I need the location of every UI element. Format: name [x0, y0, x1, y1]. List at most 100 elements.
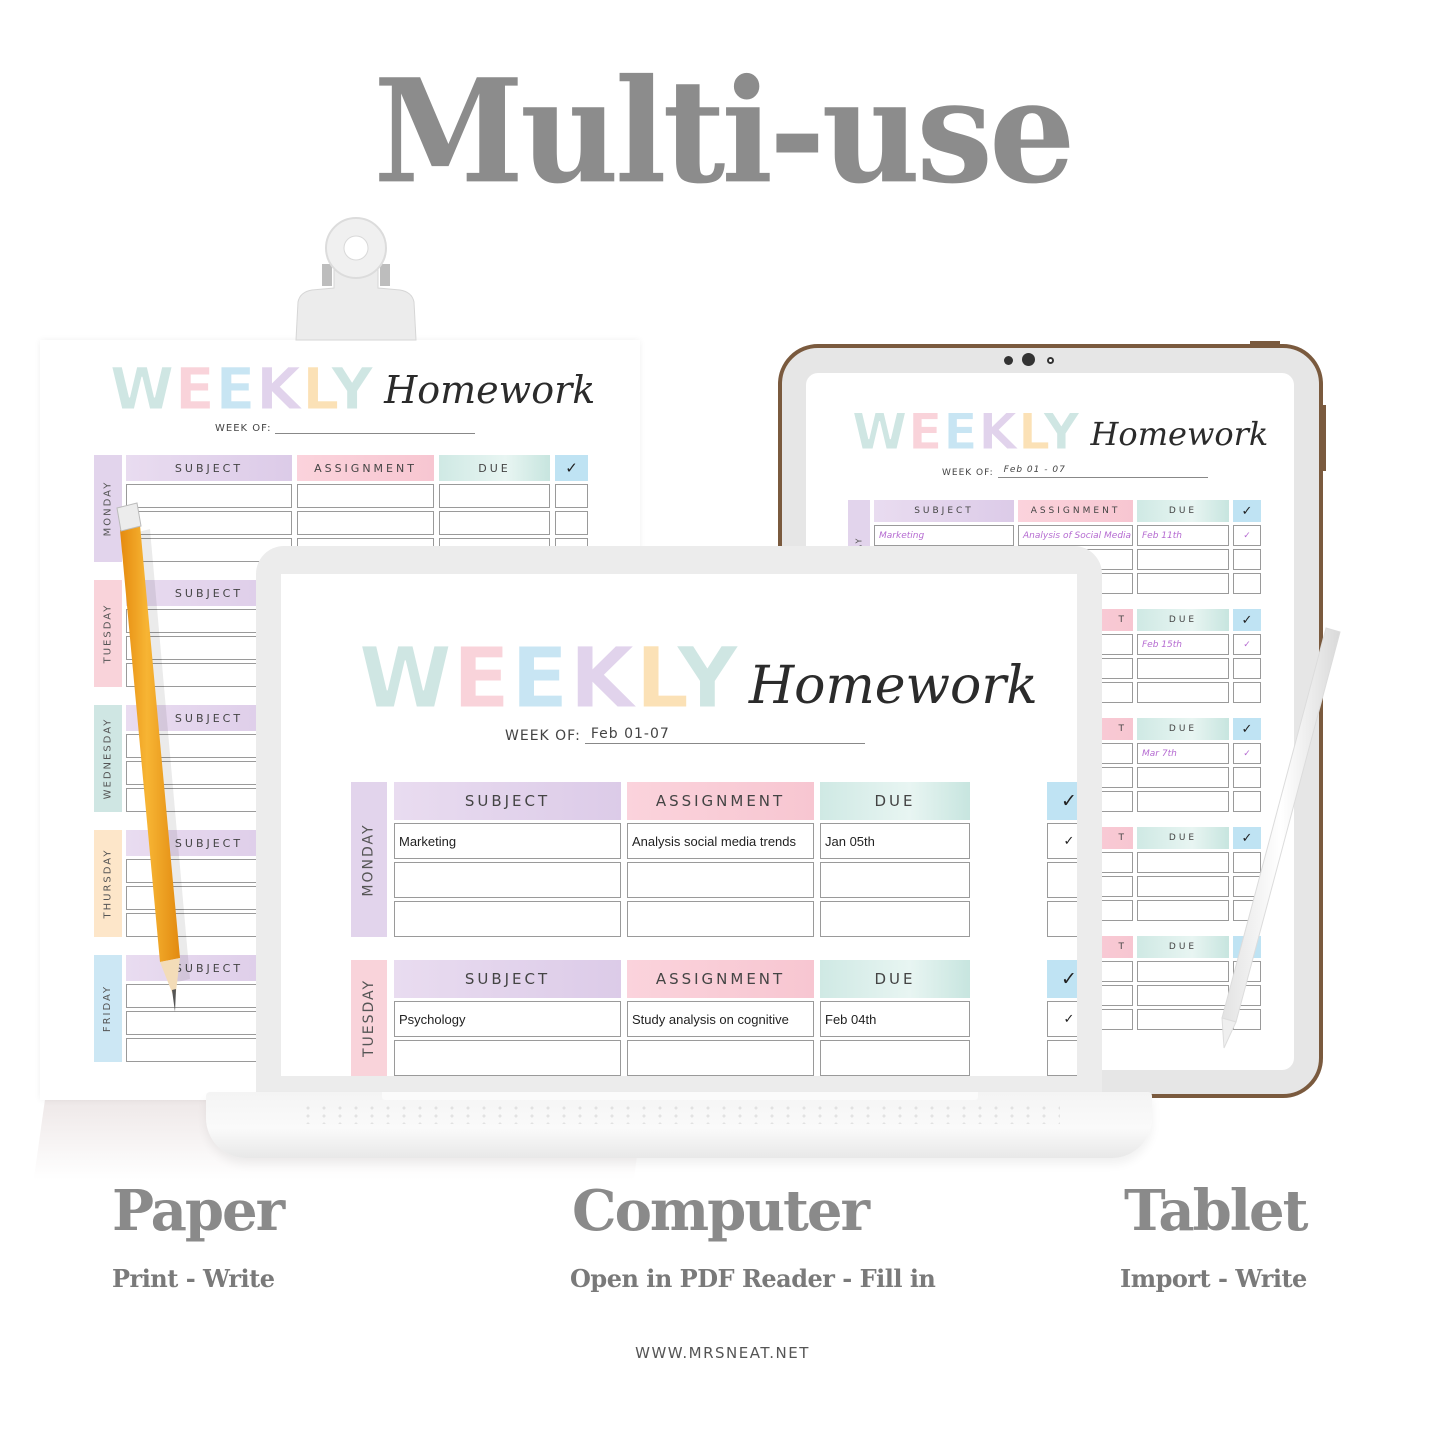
headline: Multi-use	[373, 48, 1076, 216]
cell-due[interactable]: Feb 15th	[1137, 634, 1229, 655]
cell-check[interactable]	[1047, 1040, 1077, 1076]
cell-check[interactable]: ✓	[1233, 525, 1261, 546]
cell-value: Mar 7th	[1142, 748, 1177, 759]
caption-computer-title: Computer	[572, 1178, 870, 1244]
cell-due[interactable]	[1137, 791, 1229, 812]
cell-subject[interactable]: Psychology	[394, 1001, 621, 1037]
week-of-row: WEEK OF: Feb 01-07	[505, 726, 865, 744]
cell-value: Psychology	[399, 1011, 466, 1027]
cell-check[interactable]	[555, 484, 588, 508]
cell-check[interactable]	[1233, 573, 1261, 594]
cell-assignment[interactable]	[627, 862, 814, 898]
column-header-subject: SUBJECT	[126, 455, 292, 481]
cell-subject[interactable]	[126, 511, 292, 535]
cell-check[interactable]	[1233, 549, 1261, 570]
week-of-input[interactable]: Feb 01 - 07	[997, 465, 1208, 478]
cell-due[interactable]: Jan 05th	[820, 823, 970, 859]
cell-due[interactable]: Mar 7th	[1137, 743, 1229, 764]
cell-due[interactable]: Feb 11th	[1137, 525, 1229, 546]
cell-due[interactable]	[1137, 900, 1229, 921]
cell-check[interactable]: ✓	[1233, 743, 1261, 764]
week-of-row: WEEK OF: Feb 01 - 07	[942, 465, 1208, 478]
title-letter: L	[1018, 403, 1044, 461]
cell-value: Feb 15th	[1142, 639, 1182, 650]
cell-value: ✓	[1243, 639, 1251, 650]
cell-check[interactable]	[1233, 985, 1261, 1006]
cell-check[interactable]: ✓	[1233, 634, 1261, 655]
cell-check[interactable]	[1233, 767, 1261, 788]
title-weekly: WEEKLY	[851, 407, 1081, 458]
cell-assignment[interactable]: Analysis social media trends	[627, 823, 814, 859]
cell-due[interactable]	[1137, 767, 1229, 788]
caption-paper-title: Paper	[112, 1178, 285, 1244]
cell-due[interactable]	[1137, 852, 1229, 873]
cell-assignment[interactable]	[297, 511, 434, 535]
week-of-input[interactable]: Feb 01-07	[584, 726, 865, 744]
cell-check[interactable]	[1233, 900, 1261, 921]
cell-subject[interactable]: Marketing	[394, 823, 621, 859]
tablet-camera-icon	[1004, 356, 1013, 365]
cell-check[interactable]	[1233, 961, 1261, 982]
column-header-due: DUE	[820, 782, 970, 820]
cell-check[interactable]	[555, 511, 588, 535]
cell-subject[interactable]	[394, 1040, 621, 1076]
cell-due[interactable]	[1137, 573, 1229, 594]
cell-due[interactable]	[820, 1040, 970, 1076]
cell-check[interactable]	[1233, 791, 1261, 812]
column-header-due: DUE	[1137, 609, 1229, 631]
cell-due[interactable]	[1137, 658, 1229, 679]
cell-check[interactable]	[1233, 658, 1261, 679]
cell-assignment[interactable]: Study analysis on cognitive	[627, 1001, 814, 1037]
cell-due[interactable]	[1137, 876, 1229, 897]
planner-title: WEEKLY Homework	[851, 407, 1269, 458]
cell-value: ✓	[1063, 833, 1075, 848]
week-of-label: WEEK OF:	[942, 468, 994, 478]
title-script: Homework	[1090, 415, 1269, 453]
cell-check[interactable]: ✓	[1047, 823, 1077, 859]
day-label: WEDNESDAY	[94, 705, 122, 812]
title-weekly: WEEKLY	[110, 360, 374, 419]
cell-check[interactable]	[1233, 876, 1261, 897]
week-of-input[interactable]	[275, 420, 476, 434]
week-of-label: WEEK OF:	[505, 728, 581, 744]
cell-value: Feb 11th	[1142, 530, 1182, 541]
cell-subject[interactable]	[126, 484, 292, 508]
cell-check[interactable]	[1233, 682, 1261, 703]
cell-assignment[interactable]	[627, 901, 814, 937]
cell-assignment[interactable]	[297, 484, 434, 508]
cell-check[interactable]: ✓	[1047, 1001, 1077, 1037]
cell-check[interactable]	[1233, 1009, 1261, 1030]
website-link[interactable]: WWW.MRSNEAT.NET	[0, 1344, 1445, 1362]
title-letter: E	[511, 629, 570, 727]
cell-subject[interactable]	[394, 862, 621, 898]
week-of-value: Feb 01-07	[590, 726, 670, 742]
day-name: FRIDAY	[102, 984, 114, 1033]
cell-due[interactable]	[1137, 682, 1229, 703]
cell-due[interactable]	[1137, 549, 1229, 570]
cell-subject[interactable]: Marketing	[874, 525, 1014, 546]
title-letter: Y	[331, 355, 375, 423]
cell-due[interactable]: Feb 04th	[820, 1001, 970, 1037]
column-header-due: DUE	[1137, 827, 1229, 849]
laptop-hinge	[382, 1092, 978, 1100]
cell-subject[interactable]	[394, 901, 621, 937]
day-name: MONDAY	[361, 822, 377, 897]
caption-computer-subtitle: Open in PDF Reader - Fill in	[570, 1264, 936, 1293]
cell-due[interactable]	[439, 511, 550, 535]
column-header-check: ✓	[1233, 609, 1261, 631]
week-of-value: Feb 01 - 07	[1003, 465, 1066, 475]
cell-assignment[interactable]: Analysis of Social Media trends	[1018, 525, 1133, 546]
cell-check[interactable]	[1233, 852, 1261, 873]
laptop-screen: WEEKLY Homework WEEK OF: Feb 01-07 MONDAY SUB…	[281, 574, 1077, 1076]
cell-due[interactable]	[1137, 1009, 1229, 1030]
column-header-check: ✓	[1233, 500, 1261, 522]
cell-assignment[interactable]	[627, 1040, 814, 1076]
cell-due[interactable]	[1137, 961, 1229, 982]
cell-due[interactable]	[820, 901, 970, 937]
cell-due[interactable]	[1137, 985, 1229, 1006]
day-label: FRIDAY	[94, 955, 122, 1062]
cell-check[interactable]	[1047, 862, 1077, 898]
cell-check[interactable]	[1047, 901, 1077, 937]
cell-due[interactable]	[439, 484, 550, 508]
cell-due[interactable]	[820, 862, 970, 898]
